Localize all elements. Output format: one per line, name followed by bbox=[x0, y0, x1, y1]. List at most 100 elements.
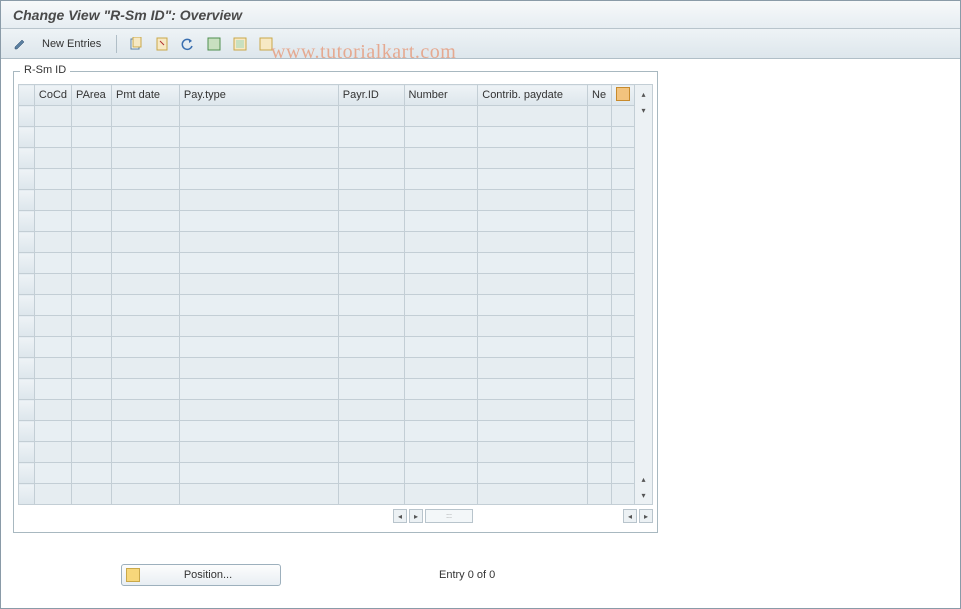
cell[interactable] bbox=[404, 484, 478, 505]
cell[interactable] bbox=[588, 400, 612, 421]
cell[interactable] bbox=[588, 358, 612, 379]
cell[interactable] bbox=[588, 295, 612, 316]
select-all-icon[interactable] bbox=[203, 33, 225, 55]
cell[interactable] bbox=[404, 421, 478, 442]
cell[interactable] bbox=[34, 442, 71, 463]
cell[interactable] bbox=[338, 274, 404, 295]
hscroll-left-end-icon[interactable]: ◂ bbox=[623, 509, 637, 523]
cell[interactable] bbox=[179, 232, 338, 253]
col-header-pmtdate[interactable]: Pmt date bbox=[112, 85, 180, 106]
cell[interactable] bbox=[478, 253, 588, 274]
cell[interactable] bbox=[34, 421, 71, 442]
col-header-payrid[interactable]: Payr.ID bbox=[338, 85, 404, 106]
cell[interactable] bbox=[34, 337, 71, 358]
cell[interactable] bbox=[112, 211, 180, 232]
cell[interactable] bbox=[338, 358, 404, 379]
cell[interactable] bbox=[478, 358, 588, 379]
cell[interactable] bbox=[338, 421, 404, 442]
cell[interactable] bbox=[478, 484, 588, 505]
cell[interactable] bbox=[179, 316, 338, 337]
cell[interactable] bbox=[478, 106, 588, 127]
cell[interactable] bbox=[478, 421, 588, 442]
hscroll-right-icon[interactable]: ▸ bbox=[409, 509, 423, 523]
cell[interactable] bbox=[179, 463, 338, 484]
cell[interactable] bbox=[72, 337, 112, 358]
cell[interactable] bbox=[72, 148, 112, 169]
cell[interactable] bbox=[179, 421, 338, 442]
row-selector[interactable] bbox=[19, 337, 35, 358]
cell[interactable] bbox=[72, 211, 112, 232]
cell[interactable] bbox=[112, 379, 180, 400]
cell[interactable] bbox=[404, 169, 478, 190]
cell[interactable] bbox=[588, 169, 612, 190]
cell[interactable] bbox=[404, 400, 478, 421]
cell[interactable] bbox=[588, 190, 612, 211]
change-icon[interactable] bbox=[9, 33, 31, 55]
cell[interactable] bbox=[72, 400, 112, 421]
cell[interactable] bbox=[478, 211, 588, 232]
cell[interactable] bbox=[34, 316, 71, 337]
cell[interactable] bbox=[179, 358, 338, 379]
cell[interactable] bbox=[34, 274, 71, 295]
cell[interactable] bbox=[478, 316, 588, 337]
cell[interactable] bbox=[338, 148, 404, 169]
cell[interactable] bbox=[338, 337, 404, 358]
cell[interactable] bbox=[338, 106, 404, 127]
cell[interactable] bbox=[588, 421, 612, 442]
cell[interactable] bbox=[179, 169, 338, 190]
cell[interactable] bbox=[588, 106, 612, 127]
cell[interactable] bbox=[338, 211, 404, 232]
cell[interactable] bbox=[34, 379, 71, 400]
cell[interactable] bbox=[338, 253, 404, 274]
cell[interactable] bbox=[338, 400, 404, 421]
cell[interactable] bbox=[588, 127, 612, 148]
cell[interactable] bbox=[72, 484, 112, 505]
col-header-number[interactable]: Number bbox=[404, 85, 478, 106]
cell[interactable] bbox=[588, 379, 612, 400]
row-selector[interactable] bbox=[19, 421, 35, 442]
cell[interactable] bbox=[179, 337, 338, 358]
cell[interactable] bbox=[338, 379, 404, 400]
cell[interactable] bbox=[478, 274, 588, 295]
cell[interactable] bbox=[72, 295, 112, 316]
cell[interactable] bbox=[72, 127, 112, 148]
cell[interactable] bbox=[338, 463, 404, 484]
cell[interactable] bbox=[404, 253, 478, 274]
cell[interactable] bbox=[72, 169, 112, 190]
cell[interactable] bbox=[112, 253, 180, 274]
cell[interactable] bbox=[404, 442, 478, 463]
hscroll-right-end-icon[interactable]: ▸ bbox=[639, 509, 653, 523]
cell[interactable] bbox=[72, 421, 112, 442]
cell[interactable] bbox=[112, 127, 180, 148]
cell[interactable] bbox=[34, 358, 71, 379]
cell[interactable] bbox=[338, 316, 404, 337]
cell[interactable] bbox=[112, 442, 180, 463]
cell[interactable] bbox=[179, 190, 338, 211]
cell[interactable] bbox=[338, 127, 404, 148]
cell[interactable] bbox=[588, 253, 612, 274]
cell[interactable] bbox=[112, 463, 180, 484]
cell[interactable] bbox=[112, 232, 180, 253]
scroll-up-icon[interactable]: ▴ bbox=[637, 87, 651, 101]
cell[interactable] bbox=[588, 484, 612, 505]
cell[interactable] bbox=[179, 253, 338, 274]
cell[interactable] bbox=[588, 337, 612, 358]
cell[interactable] bbox=[34, 211, 71, 232]
hscroll-left-icon[interactable]: ◂ bbox=[393, 509, 407, 523]
cell[interactable] bbox=[112, 316, 180, 337]
cell[interactable] bbox=[179, 274, 338, 295]
col-header-contrib[interactable]: Contrib. paydate bbox=[478, 85, 588, 106]
delete-icon[interactable] bbox=[151, 33, 173, 55]
cell[interactable] bbox=[404, 106, 478, 127]
cell[interactable] bbox=[72, 442, 112, 463]
cell[interactable] bbox=[179, 148, 338, 169]
cell[interactable] bbox=[179, 106, 338, 127]
cell[interactable] bbox=[404, 463, 478, 484]
row-selector[interactable] bbox=[19, 253, 35, 274]
cell[interactable] bbox=[72, 463, 112, 484]
scroll-down-icon[interactable]: ▾ bbox=[637, 488, 651, 502]
row-selector[interactable] bbox=[19, 358, 35, 379]
cell[interactable] bbox=[588, 463, 612, 484]
cell[interactable] bbox=[72, 274, 112, 295]
cell[interactable] bbox=[112, 421, 180, 442]
